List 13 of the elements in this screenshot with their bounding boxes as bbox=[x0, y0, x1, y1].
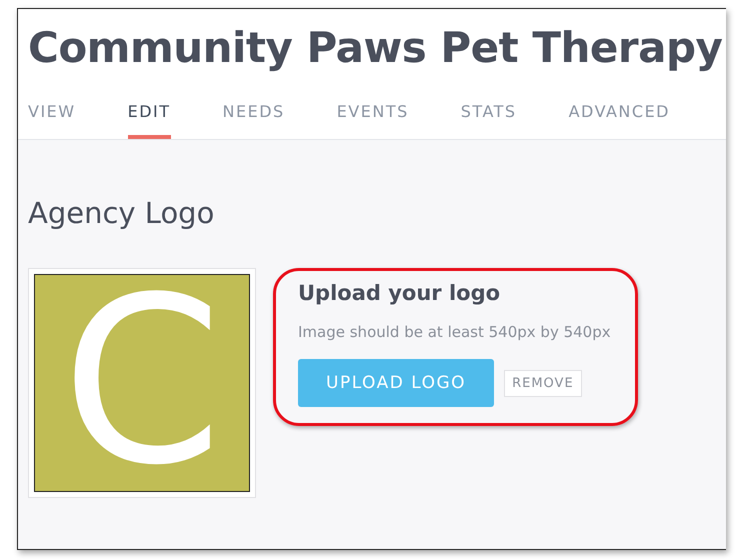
remove-button[interactable]: REMOVE bbox=[504, 370, 582, 396]
nav-tab[interactable]: EVENTS bbox=[336, 94, 409, 139]
nav-tab[interactable]: EDIT bbox=[128, 94, 171, 139]
size-hint: Image should be at least 540px by 540px bbox=[298, 323, 611, 341]
nav-tab[interactable]: STATS bbox=[460, 94, 517, 139]
nav-tab[interactable]: NEEDS bbox=[222, 94, 285, 139]
logo-letter: C bbox=[62, 275, 222, 491]
section-heading: Agency Logo bbox=[28, 196, 216, 230]
page-title: Community Paws Pet Therapy bbox=[28, 23, 724, 72]
nav-tab[interactable]: VIEW bbox=[28, 94, 76, 139]
upload-heading: Upload your logo bbox=[298, 281, 502, 305]
upload-button[interactable]: UPLOAD LOGO bbox=[298, 359, 494, 407]
nav-tab[interactable]: ADVANCED bbox=[568, 94, 670, 139]
